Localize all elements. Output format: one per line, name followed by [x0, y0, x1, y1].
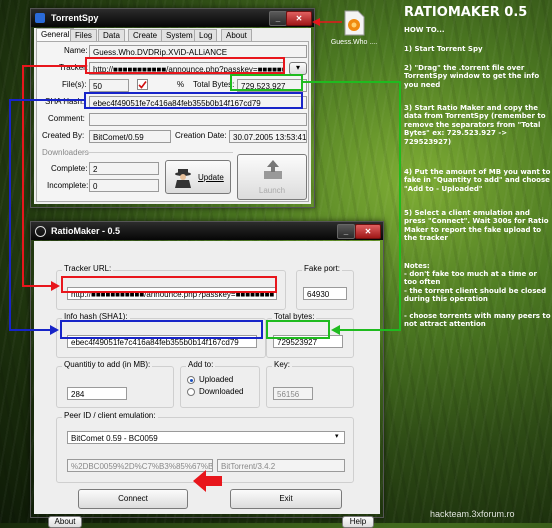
rm-close-button[interactable]: ✕: [355, 224, 381, 239]
note-1: - don't fake too much at a time or too o…: [404, 270, 537, 287]
uploaded-radio[interactable]: [187, 376, 195, 384]
percent-label: %: [177, 80, 185, 89]
tracker-url-label: Tracker URL:: [62, 264, 114, 273]
comment-label: Comment:: [48, 114, 85, 123]
user-agent-field[interactable]: BitTorrent/3.4.2: [217, 459, 345, 472]
step-2: 2) "Drag" the .torrent file over Torrent…: [404, 64, 540, 89]
tab-general[interactable]: General: [36, 28, 75, 42]
step-1: 1) Start Torrent Spy: [404, 45, 483, 53]
downloaders-divider: [83, 152, 233, 153]
client-select[interactable]: BitComet 0.59 - BC0059: [67, 431, 345, 444]
quantity-field[interactable]: 284: [67, 387, 127, 400]
downloaded-label: Downloaded: [199, 387, 244, 396]
desktop-icon-label: Guess.Who ....: [330, 39, 378, 46]
creation-date-field[interactable]: 30.07.2005 13:53:41: [229, 130, 307, 143]
checkmark-icon: [138, 81, 147, 89]
watermark: hackteam.3xforum.ro: [430, 509, 515, 519]
close-button[interactable]: ✕: [286, 11, 312, 26]
step-5: 5) Select a client emulation and press "…: [404, 209, 549, 243]
complete-field[interactable]: 2: [89, 162, 159, 175]
fake-port-field[interactable]: 64930: [303, 287, 347, 300]
creation-date-label: Creation Date:: [175, 131, 227, 140]
uploaded-label: Uploaded: [199, 375, 234, 384]
note-2: - the torrent client should be closed du…: [404, 287, 547, 304]
complete-label: Complete:: [51, 164, 88, 173]
downloaders-label: Downloaders: [42, 148, 89, 157]
incomplete-label: Incomplete:: [47, 181, 89, 190]
peer-label: Peer ID / client emulation:: [62, 411, 158, 420]
quantity-label: Quantitiy to add (in MB):: [62, 360, 153, 369]
launch-button[interactable]: Launch: [237, 154, 307, 200]
info-hash-highlight-bottom: [60, 320, 263, 339]
add-to-label: Add to:: [186, 360, 216, 369]
files-checkbox[interactable]: [137, 79, 148, 90]
howto-label: HOW TO...: [404, 26, 445, 34]
instructions-heading: RATIOMAKER 0.5: [404, 5, 528, 20]
rm-minimize-button[interactable]: _: [337, 224, 355, 239]
sha-highlight-top: [84, 92, 303, 109]
launch-icon: [264, 160, 282, 179]
created-by-label: Created By:: [42, 131, 85, 140]
step-4: 4) Put the amount of MB you want to fake…: [404, 168, 551, 193]
torrentspy-title: TorrentSpy: [51, 13, 99, 23]
update-button[interactable]: Update: [165, 160, 231, 194]
tracker-highlight-bottom: [61, 276, 277, 293]
created-by-field[interactable]: BitComet/0.59: [89, 130, 171, 143]
total-bytes-highlight-bottom: [266, 320, 330, 339]
downloaded-radio[interactable]: [187, 388, 195, 396]
spy-icon: [175, 169, 191, 188]
total-bytes-highlight-top: [230, 74, 303, 91]
tracker-highlight-top: [85, 57, 285, 74]
key-field[interactable]: 56156: [273, 387, 313, 400]
torrentspy-body: General Files Data Create System Log Abo…: [34, 28, 311, 204]
total-bytes-label: Total Bytes:: [193, 80, 235, 89]
files-label: File(s):: [62, 80, 87, 89]
torrentspy-app-icon: [35, 13, 45, 23]
fake-port-label: Fake port:: [302, 264, 343, 273]
ratiomaker-window: RatioMaker - 0.5 _ ✕ Tracker URL: http:/…: [30, 221, 384, 528]
key-group: Key: 56156: [266, 360, 354, 408]
peer-id-field[interactable]: %2DBC0059%2D%C7%B3%85%67%BD%: [67, 459, 213, 472]
add-to-group: Add to: Uploaded Downloaded: [180, 360, 260, 408]
quantity-group: Quantitiy to add (in MB): 284: [56, 360, 174, 408]
step-3: 3) Start Ratio Maker and copy the data f…: [404, 104, 546, 146]
torrentspy-titlebar[interactable]: TorrentSpy _ ✕: [31, 9, 314, 27]
comment-field[interactable]: [89, 113, 307, 126]
connect-button[interactable]: Connect: [78, 489, 188, 509]
ratiomaker-title: RatioMaker - 0.5: [51, 226, 121, 236]
note-3: - choose torrents with many peers to not…: [404, 312, 551, 329]
chevron-down-icon[interactable]: ▾: [335, 432, 339, 440]
exit-button[interactable]: Exit: [230, 489, 342, 509]
tracker-label: Tracker:: [59, 63, 89, 72]
ratiomaker-app-icon: [35, 226, 46, 237]
files-field[interactable]: 50: [89, 79, 129, 92]
update-label: Update: [198, 173, 224, 182]
launch-label: Launch: [258, 186, 286, 195]
desktop-torrent-file[interactable]: Guess.Who ....: [324, 10, 384, 50]
radio-dot: [189, 378, 193, 382]
help-button[interactable]: Help: [342, 516, 374, 528]
sha-label: SHA Hash:: [45, 97, 85, 106]
fake-port-group: Fake port: 64930: [296, 264, 354, 310]
torrent-file-icon: [344, 10, 365, 36]
ratiomaker-titlebar[interactable]: RatioMaker - 0.5 _ ✕: [31, 222, 383, 240]
incomplete-field[interactable]: 0: [89, 179, 159, 192]
about-button[interactable]: About: [48, 516, 82, 528]
minimize-button[interactable]: _: [269, 11, 287, 26]
name-label: Name:: [64, 46, 88, 55]
peer-group: Peer ID / client emulation: BitComet 0.5…: [56, 411, 354, 483]
key-label: Key:: [272, 360, 293, 369]
